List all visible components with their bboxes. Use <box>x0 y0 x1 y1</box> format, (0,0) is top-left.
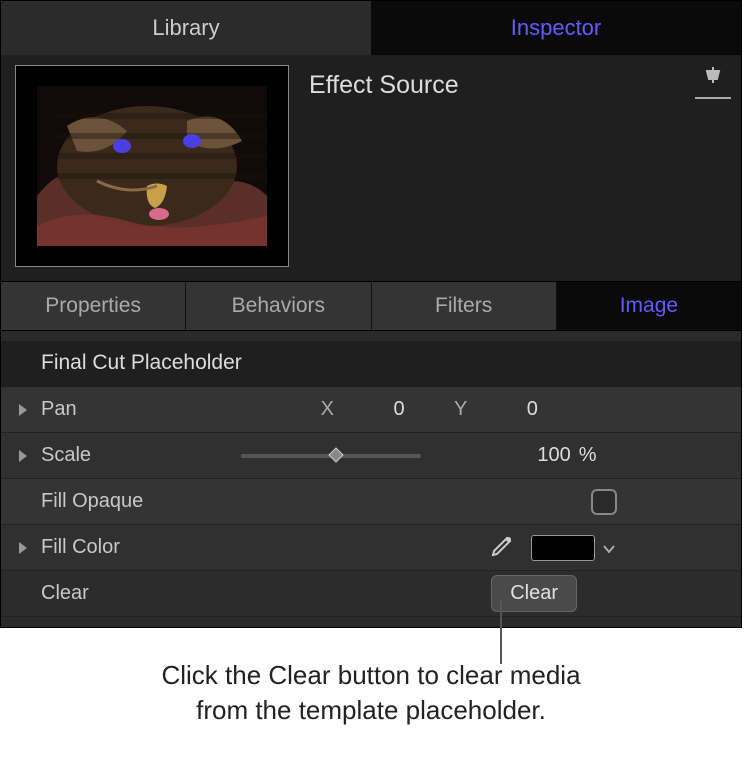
tab-filters[interactable]: Filters <box>372 282 557 330</box>
pan-label: Pan <box>41 398 211 421</box>
media-thumbnail[interactable] <box>15 65 289 267</box>
slider-thumb-icon[interactable] <box>327 446 345 464</box>
fill-color-label: Fill Color <box>41 536 211 559</box>
clear-label: Clear <box>41 582 211 605</box>
pan-x-label: X <box>321 398 334 421</box>
pan-x-value[interactable]: 0 <box>384 398 414 421</box>
pin-icon[interactable] <box>703 65 723 93</box>
param-clear: Clear Clear <box>1 571 741 617</box>
thumbnail-image <box>37 86 267 246</box>
callout-line <box>500 600 502 664</box>
param-fill-color: Fill Color <box>1 525 741 571</box>
scale-unit: % <box>579 444 597 467</box>
effect-source-title: Effect Source <box>309 65 459 267</box>
scale-slider[interactable] <box>241 454 421 458</box>
tab-inspector[interactable]: Inspector <box>371 1 741 55</box>
section-title: Final Cut Placeholder <box>1 341 741 387</box>
annotation-callout: Click the Clear button to clear media fr… <box>0 628 742 728</box>
disclosure-icon[interactable] <box>15 448 31 464</box>
inspector-sub-tabs: Properties Behaviors Filters Image <box>1 281 741 331</box>
fill-color-well[interactable] <box>531 535 595 561</box>
tab-properties[interactable]: Properties <box>1 282 186 330</box>
param-fill-opaque: Fill Opaque <box>1 479 741 525</box>
tab-image[interactable]: Image <box>557 282 741 330</box>
clear-button[interactable]: Clear <box>491 575 577 612</box>
fill-opaque-checkbox[interactable] <box>591 489 617 515</box>
param-pan: Pan X 0 Y 0 <box>1 387 741 433</box>
tab-library[interactable]: Library <box>1 1 371 55</box>
pan-y-value[interactable]: 0 <box>517 398 547 421</box>
disclosure-icon[interactable] <box>15 540 31 556</box>
eyedropper-icon[interactable] <box>487 535 513 561</box>
tab-behaviors[interactable]: Behaviors <box>186 282 371 330</box>
param-scale: Scale 100 % <box>1 433 741 479</box>
pin-underline <box>695 97 731 99</box>
inspector-panel: Library Inspector <box>0 0 742 628</box>
scale-label: Scale <box>41 444 211 467</box>
annotation-text: Click the Clear button to clear media fr… <box>161 658 581 728</box>
chevron-down-icon[interactable] <box>601 540 617 556</box>
disclosure-icon[interactable] <box>15 402 31 418</box>
scale-value[interactable]: 100 <box>537 444 570 467</box>
preview-area: Effect Source <box>1 55 741 281</box>
top-tabs: Library Inspector <box>1 1 741 55</box>
pan-y-label: Y <box>454 398 467 421</box>
fill-opaque-label: Fill Opaque <box>41 490 211 513</box>
image-params: Final Cut Placeholder Pan X 0 Y 0 <box>1 331 741 627</box>
